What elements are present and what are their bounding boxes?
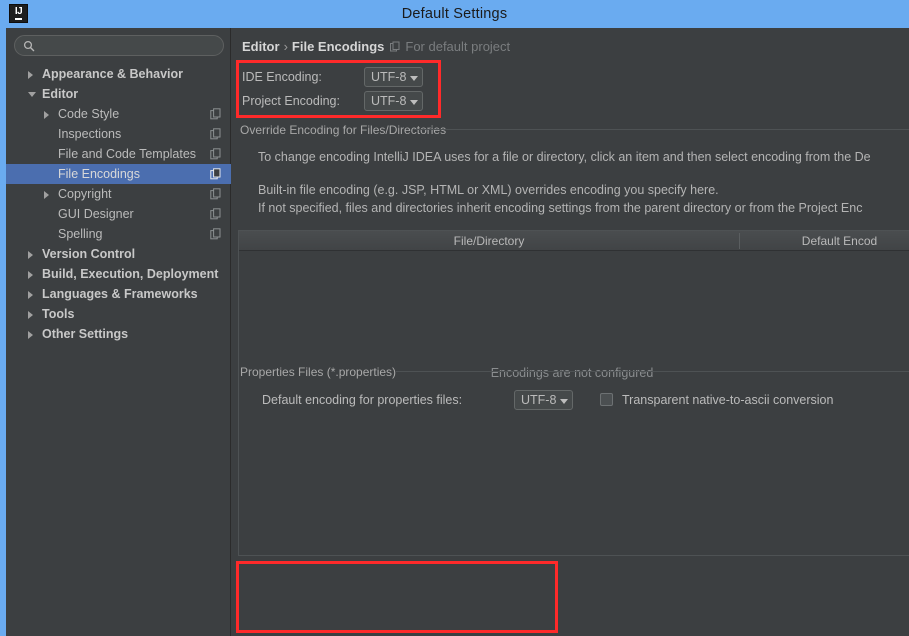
override-line-1: To change encoding IntelliJ IDEA uses fo… — [258, 150, 871, 164]
sidebar-item-label: Editor — [42, 87, 79, 101]
override-group-rule — [414, 129, 909, 130]
sidebar-item-label: GUI Designer — [58, 207, 134, 221]
window-title: Default Settings — [401, 6, 508, 22]
ide-encoding-row: IDE Encoding: UTF-8 — [242, 67, 462, 87]
breadcrumb-parent[interactable]: Editor — [242, 39, 280, 54]
sidebar-item-label: Copyright — [58, 187, 112, 201]
chevron-right-icon[interactable] — [28, 291, 33, 299]
sidebar-item-tools[interactable]: Tools — [6, 304, 231, 324]
project-encoding-combo[interactable]: UTF-8 — [364, 91, 424, 111]
chevron-down-icon[interactable] — [28, 92, 36, 97]
sidebar-item-label: File and Code Templates — [58, 147, 197, 161]
copy-settings-icon[interactable] — [210, 208, 222, 220]
sidebar-item-label: Languages & Frameworks — [42, 287, 198, 301]
breadcrumb-project-hint: For default project — [405, 39, 511, 54]
sidebar-item-build-execution-deployment[interactable]: Build, Execution, Deployment — [6, 264, 231, 284]
sidebar-item-file-and-code-templates[interactable]: File and Code Templates — [6, 144, 231, 164]
sidebar-item-file-encodings[interactable]: File Encodings — [6, 164, 231, 184]
settings-content: Appearance & Behavior Editor Code Style Ins… — [6, 28, 909, 636]
override-group-title: Override Encoding for Files/Directories — [240, 123, 447, 137]
sidebar-item-label: Version Control — [42, 247, 136, 261]
project-icon — [390, 41, 400, 52]
sidebar-item-label: Build, Execution, Deployment — [42, 267, 219, 281]
sidebar-item-label: Appearance & Behavior — [42, 67, 184, 81]
title-bar: IJ Default Settings — [0, 0, 909, 28]
ide-encoding-label: IDE Encoding: — [242, 70, 322, 84]
sidebar-item-label: File Encodings — [58, 167, 140, 181]
sidebar-item-inspections[interactable]: Inspections — [6, 124, 231, 144]
project-encoding-label: Project Encoding: — [242, 94, 340, 108]
chevron-right-icon[interactable] — [28, 331, 33, 339]
copy-settings-icon[interactable] — [210, 188, 222, 200]
settings-sidebar: Appearance & Behavior Editor Code Style Ins… — [6, 28, 231, 636]
chevron-right-icon[interactable] — [44, 191, 49, 199]
sidebar-item-label: Inspections — [58, 127, 122, 141]
project-encoding-row: Project Encoding: UTF-8 — [242, 91, 462, 111]
sidebar-item-label: Code Style — [58, 107, 120, 121]
settings-window: IJ Default Settings Appearance & Behavio… — [0, 0, 909, 636]
file-encodings-panel: Editor › File Encodings For default projec… — [232, 28, 909, 636]
properties-encoding-combo[interactable]: UTF-8 — [514, 390, 574, 410]
properties-group-title: Properties Files (*.properties) — [240, 365, 397, 379]
copy-settings-icon[interactable] — [210, 168, 222, 180]
breadcrumb-current: File Encodings — [291, 39, 385, 54]
breadcrumb-separator: › — [283, 39, 288, 54]
properties-files-group: Properties Files (*.properties) Default … — [238, 365, 909, 425]
sidebar-item-version-control[interactable]: Version Control — [6, 244, 231, 264]
breadcrumb: Editor › File Encodings For default projec… — [242, 39, 510, 54]
sidebar-item-languages-frameworks[interactable]: Languages & Frameworks — [6, 284, 231, 304]
transparent-native-to-ascii-checkbox[interactable] — [600, 393, 613, 406]
override-line-2: Built-in file encoding (e.g. JSP, HTML o… — [258, 183, 719, 197]
copy-settings-icon[interactable] — [210, 228, 222, 240]
sidebar-item-copyright[interactable]: Copyright — [6, 184, 231, 204]
sidebar-item-editor[interactable]: Editor — [6, 84, 231, 104]
sidebar-item-other-settings[interactable]: Other Settings — [6, 324, 231, 344]
search-icon — [23, 40, 35, 52]
search-box[interactable] — [14, 35, 224, 56]
copy-settings-icon[interactable] — [210, 128, 222, 140]
sidebar-item-code-style[interactable]: Code Style — [6, 104, 231, 124]
properties-encoding-row: Default encoding for properties files: U… — [262, 390, 902, 410]
properties-encoding-label: Default encoding for properties files: — [262, 393, 463, 407]
table-column-file-directory[interactable]: File/Directory — [239, 231, 739, 251]
sidebar-item-appearance-behavior[interactable]: Appearance & Behavior — [6, 64, 231, 84]
chevron-right-icon[interactable] — [44, 111, 49, 119]
chevron-right-icon[interactable] — [28, 251, 33, 259]
sidebar-item-label: Other Settings — [42, 327, 129, 341]
sidebar-item-gui-designer[interactable]: GUI Designer — [6, 204, 231, 224]
settings-tree: Appearance & Behavior Editor Code Style Ins… — [6, 64, 231, 344]
table-column-default-encoding[interactable]: Default Encod — [740, 231, 909, 251]
chevron-right-icon[interactable] — [28, 271, 33, 279]
copy-settings-icon[interactable] — [210, 148, 222, 160]
search-input[interactable] — [39, 36, 219, 55]
transparent-native-to-ascii-label: Transparent native-to-ascii conversion — [622, 393, 834, 407]
properties-group-rule — [396, 371, 909, 372]
chevron-right-icon[interactable] — [28, 71, 33, 79]
ide-encoding-combo[interactable]: UTF-8 — [364, 67, 424, 87]
sidebar-item-label: Spelling — [58, 227, 103, 241]
override-line-3: If not specified, files and directories … — [258, 201, 863, 215]
table-header-row: File/Directory Default Encod — [239, 231, 909, 251]
sidebar-item-spelling[interactable]: Spelling — [6, 224, 231, 244]
chevron-right-icon[interactable] — [28, 311, 33, 319]
sidebar-item-label: Tools — [42, 307, 75, 321]
copy-settings-icon[interactable] — [210, 108, 222, 120]
